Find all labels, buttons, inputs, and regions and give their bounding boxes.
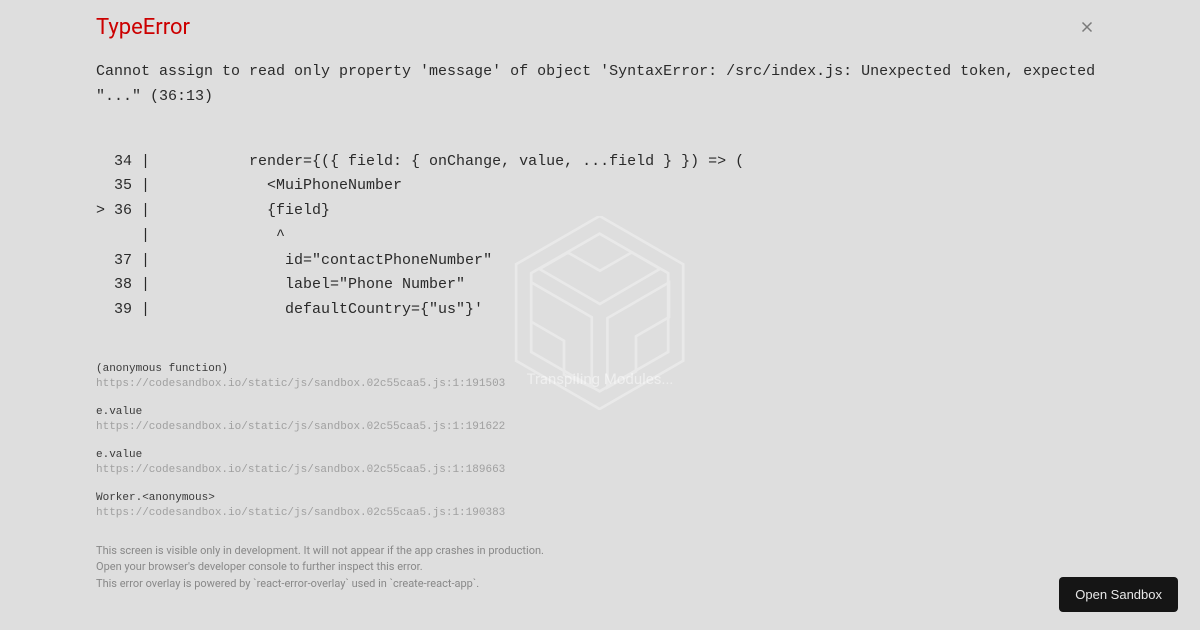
footer-line: This error overlay is powered by `react-…	[96, 576, 1104, 593]
stack-frame-source: https://codesandbox.io/static/js/sandbox…	[96, 464, 1104, 476]
error-code-snippet: 34 | render={({ field: { onChange, value…	[96, 150, 1104, 323]
stack-frame-name: e.value	[96, 406, 1104, 418]
close-icon	[1078, 18, 1096, 36]
close-button[interactable]	[1074, 14, 1100, 40]
stack-frame: e.value https://codesandbox.io/static/js…	[96, 449, 1104, 476]
stacktrace: (anonymous function) https://codesandbox…	[96, 363, 1104, 519]
stack-frame: (anonymous function) https://codesandbox…	[96, 363, 1104, 390]
stack-frame: e.value https://codesandbox.io/static/js…	[96, 406, 1104, 433]
error-message: Cannot assign to read only property 'mes…	[96, 60, 1104, 110]
stack-frame-source: https://codesandbox.io/static/js/sandbox…	[96, 378, 1104, 390]
error-title: TypeError	[96, 15, 190, 40]
stack-frame-name: (anonymous function)	[96, 363, 1104, 375]
footer-line: This screen is visible only in developme…	[96, 543, 1104, 560]
stack-frame-source: https://codesandbox.io/static/js/sandbox…	[96, 421, 1104, 433]
stack-frame-name: e.value	[96, 449, 1104, 461]
stack-frame-name: Worker.<anonymous>	[96, 492, 1104, 504]
footer-line: Open your browser's developer console to…	[96, 559, 1104, 576]
open-sandbox-button[interactable]: Open Sandbox	[1059, 577, 1178, 612]
stack-frame-source: https://codesandbox.io/static/js/sandbox…	[96, 507, 1104, 519]
stack-frame: Worker.<anonymous> https://codesandbox.i…	[96, 492, 1104, 519]
footer-note: This screen is visible only in developme…	[96, 543, 1104, 593]
